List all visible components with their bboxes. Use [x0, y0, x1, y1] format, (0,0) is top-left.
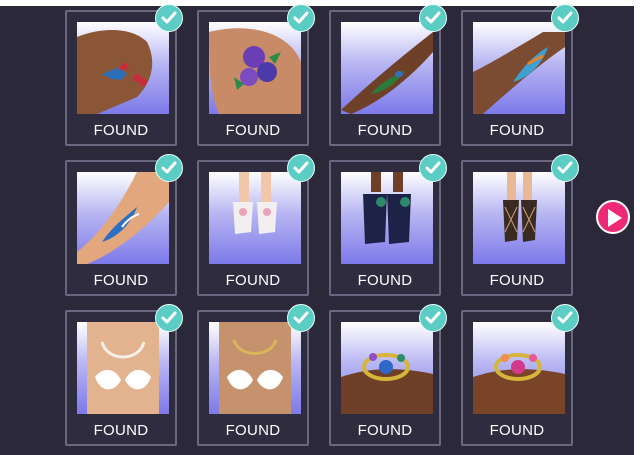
item-status-label: FOUND	[489, 272, 545, 289]
next-page-button[interactable]	[596, 200, 630, 234]
item-thumbnail	[341, 322, 433, 414]
found-check-icon	[419, 304, 447, 332]
item-card[interactable]: FOUND	[65, 160, 177, 296]
tattoo-fish-image	[473, 32, 565, 114]
item-card[interactable]: FOUND	[461, 10, 573, 146]
item-status-label: FOUND	[93, 122, 149, 139]
item-status-label: FOUND	[93, 422, 149, 439]
item-card[interactable]: FOUND	[197, 160, 309, 296]
item-thumbnail	[473, 172, 565, 264]
heels-fishnet-image	[503, 172, 537, 242]
found-check-icon	[419, 4, 447, 32]
tattoo-bird-cherries-image	[77, 30, 153, 114]
item-thumbnail	[77, 172, 169, 264]
right-edge	[634, 0, 640, 455]
item-thumbnail	[209, 22, 301, 114]
item-card[interactable]: FOUND	[329, 160, 441, 296]
heels-white-pink-image	[233, 172, 277, 234]
item-status-label: FOUND	[357, 122, 413, 139]
found-check-icon	[155, 304, 183, 332]
found-check-icon	[551, 304, 579, 332]
item-card[interactable]: FOUND	[461, 160, 573, 296]
bracelet-pink-gems-image	[473, 353, 565, 414]
found-check-icon	[419, 154, 447, 182]
item-status-label: FOUND	[225, 422, 281, 439]
item-card[interactable]: FOUND	[65, 310, 177, 446]
found-check-icon	[551, 4, 579, 32]
top-edge	[0, 0, 640, 6]
item-card[interactable]: FOUND	[197, 10, 309, 146]
item-thumbnail	[341, 22, 433, 114]
item-status-label: FOUND	[225, 122, 281, 139]
item-thumbnail	[209, 322, 301, 414]
item-card[interactable]: FOUND	[329, 10, 441, 146]
item-status-label: FOUND	[93, 272, 149, 289]
found-check-icon	[287, 154, 315, 182]
item-thumbnail	[209, 172, 301, 264]
item-thumbnail	[77, 22, 169, 114]
found-check-icon	[287, 304, 315, 332]
bikini-pearls-image	[87, 322, 159, 414]
item-thumbnail	[77, 322, 169, 414]
item-status-label: FOUND	[225, 272, 281, 289]
item-status-label: FOUND	[357, 422, 413, 439]
item-card[interactable]: FOUND	[461, 310, 573, 446]
item-card[interactable]: FOUND	[65, 10, 177, 146]
item-thumbnail	[341, 172, 433, 264]
heels-navy-peacock-image	[363, 172, 411, 244]
bracelet-blue-gems-image	[341, 353, 433, 414]
tattoo-koi-image	[77, 172, 169, 264]
tattoo-roses-image	[209, 28, 301, 114]
item-status-label: FOUND	[489, 422, 545, 439]
item-status-label: FOUND	[489, 122, 545, 139]
item-card[interactable]: FOUND	[197, 310, 309, 446]
found-check-icon	[155, 154, 183, 182]
item-thumbnail	[473, 22, 565, 114]
item-card[interactable]: FOUND	[329, 310, 441, 446]
item-thumbnail	[473, 322, 565, 414]
item-status-label: FOUND	[357, 272, 413, 289]
play-icon	[608, 209, 622, 227]
found-check-icon	[155, 4, 183, 32]
found-check-icon	[551, 154, 579, 182]
found-check-icon	[287, 4, 315, 32]
collection-grid: FOUND FOUND FOUND FOUND FOUND FOUND FOUN…	[65, 4, 581, 455]
tattoo-peacock-feather-image	[341, 32, 433, 114]
bikini-gold-chains-image	[219, 322, 291, 414]
